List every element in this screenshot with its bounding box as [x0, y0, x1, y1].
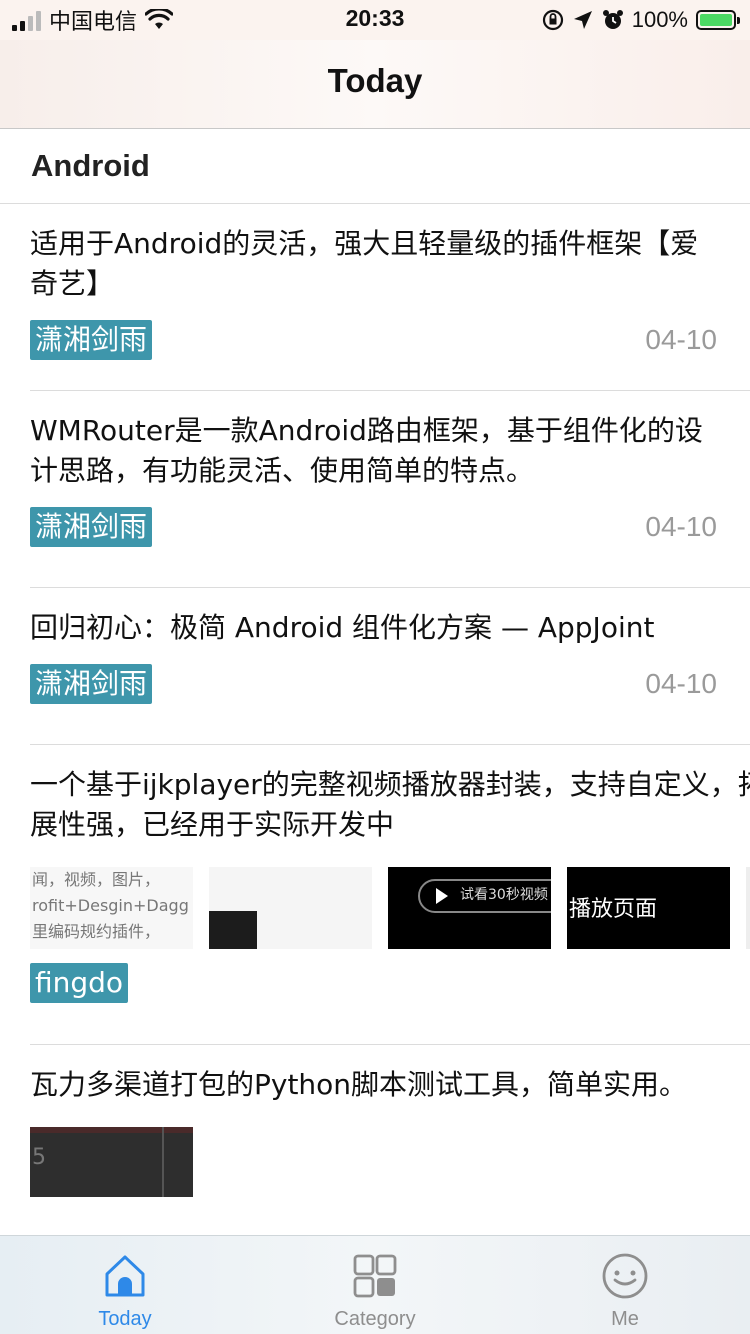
- author-tag[interactable]: 潇湘剑雨: [30, 507, 153, 547]
- page-title: Today: [327, 62, 423, 99]
- article-title: 一个基于ijkplayer的完整视频播放器封装，支持自定义，拓展性强，已经用于实…: [30, 768, 750, 841]
- article-list[interactable]: Android 适用于Android的灵活，强大且轻量级的插件框架【爱奇艺】 潇…: [0, 129, 750, 1235]
- battery-icon: [696, 10, 740, 30]
- author-tag[interactable]: 潇湘剑雨: [30, 320, 153, 360]
- tab-category[interactable]: Category: [250, 1236, 500, 1334]
- article-meta: 潇湘剑雨 04-10: [30, 320, 750, 388]
- battery-percent: 100%: [631, 7, 688, 32]
- article-item[interactable]: 适用于Android的灵活，强大且轻量级的插件框架【爱奇艺】 潇湘剑雨 04-1…: [30, 204, 750, 391]
- thumbnail-image[interactable]: 试看30秒视频: [388, 867, 551, 949]
- thumbnail-text: 里编码规约插件，: [32, 922, 161, 941]
- article-item[interactable]: 回归初心：极简 Android 组件化方案 — AppJoint 潇湘剑雨 04…: [30, 588, 750, 745]
- section-header: Android: [0, 129, 750, 204]
- thumbnail-text: rofit+Desgin+Dagg: [32, 896, 189, 915]
- article-title: 瓦力多渠道打包的Python脚本测试工具，简单实用。: [30, 1068, 688, 1101]
- thumbnail-image[interactable]: 闻，视频，图片， rofit+Desgin+Dagg 里编码规约插件，: [30, 867, 193, 949]
- thumbnail-image[interactable]: [209, 867, 372, 949]
- thumbnail-text: 5: [32, 1145, 46, 1170]
- article-date: 04-10: [645, 511, 717, 542]
- thumbnail-image[interactable]: 播放页面: [567, 867, 730, 949]
- thumbnail-strip: 5: [30, 1127, 750, 1209]
- alarm-icon: [602, 10, 623, 29]
- status-bar: 中国电信 20:33 100%: [0, 0, 750, 40]
- tab-me[interactable]: Me: [500, 1236, 750, 1334]
- play-icon: [436, 888, 448, 904]
- article-item[interactable]: 瓦力多渠道打包的Python脚本测试工具，简单实用。 5: [30, 1045, 750, 1235]
- article-title: WMRouter是一款Android路由框架，基于组件化的设计思路，有功能灵活、…: [30, 414, 703, 487]
- article-date: 04-10: [645, 668, 717, 699]
- navigation-bar: Today: [0, 40, 750, 129]
- thumbnail-text: 播放页面: [569, 897, 658, 922]
- article-title: 适用于Android的灵活，强大且轻量级的插件框架【爱奇艺】: [30, 227, 699, 300]
- smiley-icon: [602, 1253, 648, 1299]
- thumbnail-image[interactable]: 5: [30, 1127, 193, 1197]
- article-item[interactable]: 一个基于ijkplayer的完整视频播放器封装，支持自定义，拓展性强，已经用于实…: [30, 745, 750, 1045]
- author-tag[interactable]: fingdo: [30, 963, 129, 1003]
- article-meta: fingdo: [30, 963, 750, 1031]
- tab-label: Category: [334, 1308, 416, 1330]
- thumbnail-text: 试看30秒视频: [460, 887, 548, 903]
- author-tag[interactable]: 潇湘剑雨: [30, 664, 153, 704]
- thumbnail-text: 闻，视频，图片，: [32, 870, 161, 889]
- rotation-lock-icon: [542, 9, 563, 31]
- tab-label: Today: [98, 1308, 152, 1330]
- grid-icon: [353, 1254, 397, 1298]
- home-icon: [105, 1255, 145, 1297]
- article-meta: 潇湘剑雨 04-10: [30, 507, 750, 575]
- status-right: 100%: [542, 6, 740, 34]
- tab-bar: Today Category Me: [0, 1235, 750, 1334]
- article-date: 04-10: [645, 324, 717, 355]
- thumbnail-image[interactable]: [746, 867, 750, 949]
- thumbnail-strip: 闻，视频，图片， rofit+Desgin+Dagg 里编码规约插件， 试看30…: [30, 867, 750, 949]
- article-meta: 潇湘剑雨 04-10: [30, 664, 750, 732]
- location-icon: [573, 11, 592, 29]
- article-title: 回归初心：极简 Android 组件化方案 — AppJoint: [30, 611, 655, 644]
- tab-label: Me: [611, 1308, 639, 1330]
- tab-today[interactable]: Today: [0, 1236, 250, 1334]
- article-item[interactable]: WMRouter是一款Android路由框架，基于组件化的设计思路，有功能灵活、…: [30, 391, 750, 588]
